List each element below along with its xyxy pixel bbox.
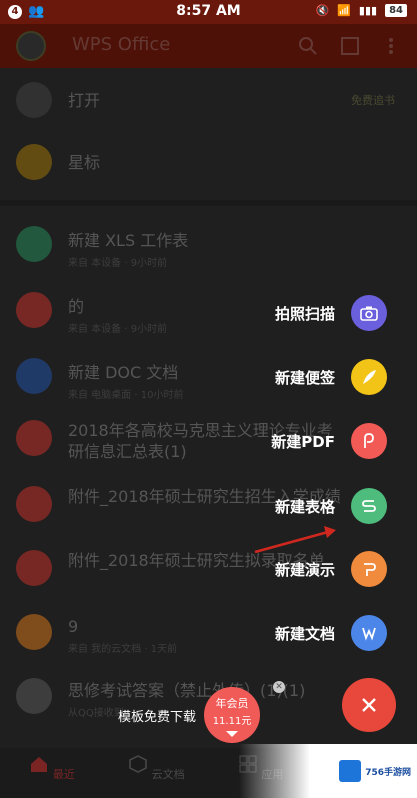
fab-item-document[interactable]: 新建文档 [107,613,387,653]
document-icon[interactable] [351,615,387,651]
chevron-down-icon [226,731,239,737]
status-right: 🔇 📶 ▮▮▮ 84 [315,4,407,17]
badge-line1: 年会员 [215,697,249,710]
annotation-arrow [254,526,336,554]
presentation-icon[interactable] [351,551,387,587]
wifi-icon: 📶 [337,4,351,17]
fab-item-spreadsheet[interactable]: 新建表格 [107,486,387,526]
fab-item-scan[interactable]: 拍照扫描 [107,293,387,333]
template-promo[interactable]: 模板免费下载 年会员 11.11元 ✕ [118,681,285,743]
watermark-logo-icon [339,760,362,782]
camera-icon[interactable] [351,295,387,331]
signal-icon: ▮▮▮ [358,4,378,17]
fab-item-presentation[interactable]: 新建演示 [107,549,387,589]
watermark-text: 756手游网 [365,767,411,778]
watermark-logo: 756手游网 [339,760,411,782]
status-bar: 4 👥 8:57 AM 🔇 📶 ▮▮▮ 84 [0,0,417,24]
badge-line2: 11.11元 [212,716,252,727]
fab-label-note: 新建便签 [274,368,335,387]
promo-text: 模板免费下载 [118,709,197,725]
pdf-icon[interactable] [351,423,387,459]
fab-label-presentation: 新建演示 [274,560,335,579]
feather-icon[interactable] [351,359,387,395]
fab-close-button[interactable] [342,678,396,732]
fab-label-pdf: 新建PDF [271,432,335,451]
fab-item-note[interactable]: 新建便签 [107,357,387,397]
membership-badge[interactable]: 年会员 11.11元 [204,687,261,743]
watermark: 756手游网 [239,744,417,798]
fab-item-pdf[interactable]: 新建PDF [107,421,387,461]
fab-label-document: 新建文档 [274,624,335,643]
close-icon[interactable]: ✕ [273,681,285,693]
fab-label-scan: 拍照扫描 [274,304,335,323]
close-icon [362,698,376,712]
spreadsheet-icon[interactable] [351,488,387,524]
mute-icon: 🔇 [315,4,330,17]
battery-indicator: 84 [385,4,407,17]
